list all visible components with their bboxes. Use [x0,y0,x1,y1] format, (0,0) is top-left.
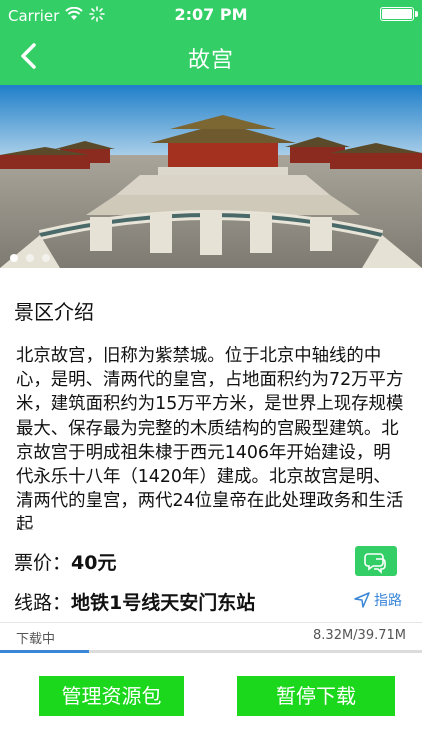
divider [0,622,422,623]
navigate-link[interactable]: 指路 [354,590,402,610]
carousel-dot[interactable] [42,254,50,262]
status-bar: Carrier 2:07 PM [0,0,422,30]
route-label: 线路： [14,592,72,614]
status-time: 2:07 PM [174,5,248,24]
price-value: 40元 [71,552,117,574]
chat-bubbles-icon [364,553,386,574]
download-progress-fill [0,650,89,653]
page-title: 故宫 [187,48,234,73]
carousel-indicator [10,254,50,262]
pause-download-button[interactable]: 暂停下载 [237,676,395,716]
location-arrow-icon [354,592,370,608]
battery-icon [380,7,418,21]
comment-button[interactable] [355,546,397,576]
forbidden-city-photo [0,85,422,268]
intro-description: 北京故宫，旧称为紫禁城。位于北京中轴线的中心，是明、清两代的皇宫，占地面积约为7… [16,346,404,530]
manage-resources-button[interactable]: 管理资源包 [39,676,184,716]
nav-bar: 故宫 [0,30,422,85]
carousel-dot[interactable] [26,254,34,262]
download-status: 下载中 [16,632,56,647]
price-row: 票价：40元 [14,548,116,575]
navigate-label: 指路 [374,593,402,609]
route-row: 线路：地铁1号线天安门东站 [14,588,255,615]
download-progress-bar [0,650,422,653]
intro-heading: 景区介绍 [14,300,94,324]
carousel-dot[interactable] [10,254,18,262]
photo-carousel[interactable] [0,85,422,268]
route-value: 地铁1号线天安门东站 [71,592,256,614]
download-size: 8.32M/39.71M [313,628,406,643]
price-label: 票价： [14,552,72,574]
